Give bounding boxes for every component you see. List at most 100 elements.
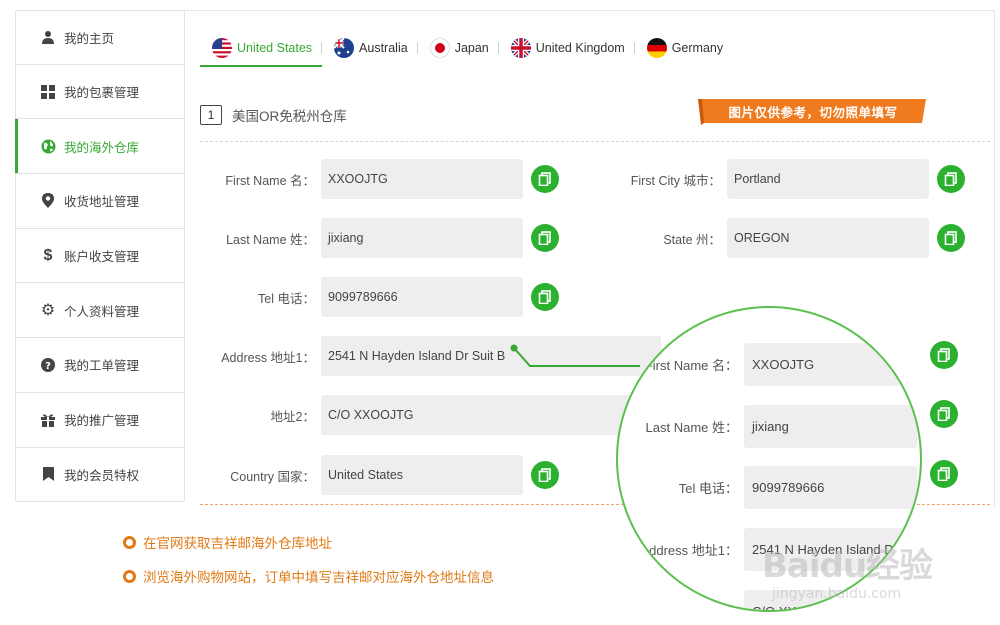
section-number: 1 xyxy=(200,105,222,125)
sidebar-item-warehouse[interactable]: 我的海外仓库 xyxy=(15,119,184,175)
address1-row: Address 地址1： 2541 N Hayden Island Dr Sui… xyxy=(200,336,661,376)
state-row: State 州： OREGON xyxy=(600,218,965,258)
sidebar-item-promotion[interactable]: 我的推广管理 xyxy=(16,393,184,448)
magnified-tel-label: Tel 电话： xyxy=(678,481,738,496)
question-icon: ? xyxy=(40,357,56,372)
user-icon xyxy=(40,30,56,45)
baidu-watermark: Baidu经验 jingyan.baidu.com xyxy=(762,538,972,618)
svg-text:?: ? xyxy=(45,361,51,372)
note-text: 浏览海外购物网站，订单中填写吉祥邮对应海外仓地址信息 xyxy=(143,570,494,585)
magnified-first-name-label: First Name 名： xyxy=(644,358,738,373)
address1-label: Address 地址1： xyxy=(221,350,315,365)
sidebar-item-account[interactable]: $ 账户收支管理 xyxy=(16,229,184,284)
address1-field[interactable]: 2541 N Hayden Island Dr Suit B xyxy=(321,336,661,376)
city-label: First City 城市： xyxy=(630,173,721,188)
magnified-tel-field: 9099789666 xyxy=(744,466,917,509)
copy-icon xyxy=(538,468,551,482)
sidebar-item-label: 我的工单管理 xyxy=(64,359,140,374)
copy-icon xyxy=(937,348,950,362)
copy-icon xyxy=(944,172,957,186)
bullet-ring-icon xyxy=(123,569,136,583)
us-flag-icon xyxy=(212,38,232,58)
address2-field[interactable]: C/O XXOOJTG xyxy=(321,395,661,435)
sidebar-item-label: 我的会员特权 xyxy=(64,468,140,483)
country-row: Country 国家： United States xyxy=(200,455,559,495)
copy-button[interactable] xyxy=(531,283,559,311)
sidebar-item-label: 收货地址管理 xyxy=(64,195,140,210)
globe-icon xyxy=(40,139,56,154)
tel-row: Tel 电话： 9099789666 xyxy=(200,277,559,317)
tel-field[interactable]: 9099789666 xyxy=(321,277,523,317)
copy-button[interactable] xyxy=(930,460,958,488)
dollar-icon: $ xyxy=(43,246,53,264)
magnified-last-name-field: jixiang xyxy=(744,405,917,448)
copy-icon xyxy=(538,290,551,304)
copy-icon xyxy=(538,231,551,245)
tab-united-kingdom[interactable]: United Kingdom xyxy=(499,35,635,61)
note-item: 在官网获取吉祥邮海外仓库地址 xyxy=(123,525,494,559)
tab-united-states[interactable]: United States xyxy=(200,35,323,67)
copy-button[interactable] xyxy=(531,224,559,252)
magnified-first-name-row: First Name 名： XXOOJTG xyxy=(618,343,917,386)
gift-icon xyxy=(40,413,56,427)
bookmark-icon xyxy=(40,467,56,482)
last-name-field[interactable]: jixiang xyxy=(321,218,523,258)
sidebar-item-label: 我的主页 xyxy=(64,31,115,46)
copy-button[interactable] xyxy=(531,461,559,489)
tab-label: Germany xyxy=(671,41,724,55)
magnified-first-name-field: XXOOJTG xyxy=(744,343,917,386)
city-field[interactable]: Portland xyxy=(727,159,929,199)
germany-flag-icon xyxy=(646,38,667,58)
australia-flag-icon xyxy=(334,38,355,58)
sidebar-item-label: 我的包裹管理 xyxy=(64,86,140,101)
magnified-address2-label: 地址2： xyxy=(618,602,744,610)
copy-icon xyxy=(538,172,551,186)
japan-flag-icon xyxy=(429,38,450,58)
sidebar-item-membership[interactable]: 我的会员特权 xyxy=(16,448,184,503)
magnified-tel-row: Tel 电话： 9099789666 xyxy=(618,466,917,509)
watermark-text: Baidu经验 xyxy=(762,546,933,586)
sidebar-item-address[interactable]: 收货地址管理 xyxy=(16,174,184,229)
copy-button[interactable] xyxy=(531,165,559,193)
notice-banner: 图片仅供参考，切勿照单填写 xyxy=(698,99,928,125)
first-name-field[interactable]: XXOOJTG xyxy=(321,159,523,199)
copy-button[interactable] xyxy=(937,224,965,252)
tab-germany[interactable]: Germany xyxy=(635,35,733,61)
copy-icon xyxy=(944,231,957,245)
state-field[interactable]: OREGON xyxy=(727,218,929,258)
tab-japan[interactable]: Japan xyxy=(418,35,499,61)
notice-banner-text: 图片仅供参考，切勿照单填写 xyxy=(728,105,898,120)
sidebar-item-label: 我的推广管理 xyxy=(64,414,140,429)
section-title-text: 美国OR免税州仓库 xyxy=(232,109,347,124)
note-item: 浏览海外购物网站，订单中填写吉祥邮对应海外仓地址信息 xyxy=(123,559,494,593)
note-text: 在官网获取吉祥邮海外仓库地址 xyxy=(143,536,332,551)
tab-label: United States xyxy=(237,41,313,55)
first-name-row: First Name 名： XXOOJTG xyxy=(200,159,559,199)
sidebar-item-label: 个人资料管理 xyxy=(64,304,140,319)
city-row: First City 城市： Portland xyxy=(600,159,965,199)
state-label: State 州： xyxy=(663,232,721,247)
sidebar-item-label: 账户收支管理 xyxy=(64,250,140,265)
copy-button[interactable] xyxy=(930,341,958,369)
last-name-row: Last Name 姓： jixiang xyxy=(200,218,559,258)
copy-icon xyxy=(937,407,950,421)
sidebar-item-packages[interactable]: 我的包裹管理 xyxy=(16,65,184,120)
section-title: 1 美国OR免税州仓库 xyxy=(200,105,347,125)
country-field[interactable]: United States xyxy=(321,455,523,495)
grid-icon xyxy=(40,84,56,99)
copy-button[interactable] xyxy=(930,400,958,428)
sidebar-item-profile[interactable]: ⚙ 个人资料管理 xyxy=(16,283,184,339)
sidebar: 我的主页 我的包裹管理 我的海外仓库 收货地址管理 $ 账户收支管理 ⚙ 个人资… xyxy=(15,10,185,503)
tab-australia[interactable]: Australia xyxy=(322,35,418,61)
copy-button[interactable] xyxy=(937,165,965,193)
copy-icon xyxy=(937,467,950,481)
uk-flag-icon xyxy=(510,38,531,58)
sidebar-item-tickets[interactable]: ? 我的工单管理 xyxy=(16,338,184,393)
bullet-ring-icon xyxy=(123,535,136,549)
first-name-label: First Name 名： xyxy=(225,173,315,188)
tab-label: Japan xyxy=(454,41,489,55)
sidebar-item-home[interactable]: 我的主页 xyxy=(16,10,184,65)
gear-icon: ⚙ xyxy=(40,302,56,320)
address2-label: 地址2： xyxy=(270,409,315,424)
tab-label: Australia xyxy=(359,41,408,55)
